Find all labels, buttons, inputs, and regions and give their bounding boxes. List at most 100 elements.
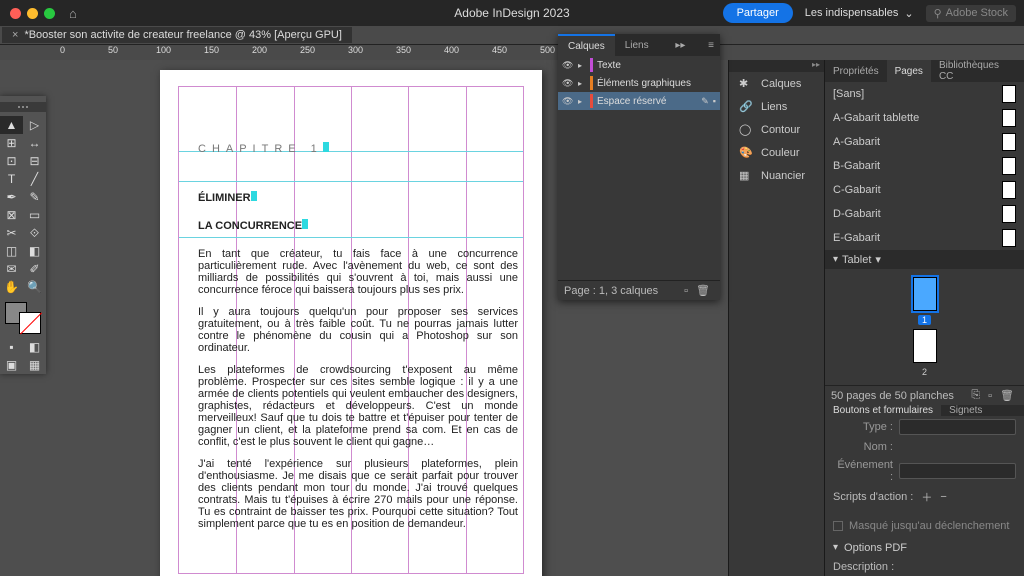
master-page-row[interactable]: [Sans]	[825, 82, 1024, 106]
master-thumbnail	[1002, 133, 1016, 151]
new-layer-icon[interactable]: ▫	[684, 285, 688, 297]
minimize-window-icon[interactable]	[27, 8, 38, 19]
zoom-tool[interactable]: 🔍	[23, 278, 46, 296]
edit-page-icon[interactable]: ⎘	[971, 389, 980, 402]
layer-row[interactable]: 👁▸Éléments graphiques	[558, 74, 720, 92]
close-tab-icon[interactable]: ×	[12, 29, 18, 41]
gap-tool[interactable]: ↔	[23, 134, 46, 152]
layer-row[interactable]: 👁 ▸ Espace réservé ✎ ▪	[558, 92, 720, 110]
collapse-panel-icon[interactable]: ▸▸	[669, 40, 691, 51]
tab-properties[interactable]: Propriétés	[825, 60, 887, 82]
document-tab[interactable]: × *Booster son activite de createur free…	[2, 27, 352, 43]
note-tool[interactable]: ✉	[0, 260, 23, 278]
delete-layer-icon[interactable]: 🗑	[696, 284, 710, 297]
name-label: Nom :	[833, 441, 893, 453]
eyedropper-tool[interactable]: ✐	[23, 260, 46, 278]
master-page-row[interactable]: B-Gabarit	[825, 154, 1024, 178]
layer-row[interactable]: 👁▸Texte	[558, 56, 720, 74]
app-title: Adobe InDesign 2023	[454, 6, 569, 20]
target-icon[interactable]: ▪	[713, 96, 716, 106]
adobe-stock-search[interactable]: ⚲ Adobe Stock	[926, 5, 1016, 22]
master-name: C-Gabarit	[833, 184, 881, 196]
page-size-dropdown[interactable]: ▾ Tablet ▾	[825, 250, 1024, 269]
content-collector-tool[interactable]: ⊡	[0, 152, 23, 170]
chapter-label[interactable]: CHAPITRE 1	[198, 140, 329, 157]
tab-pages[interactable]: Pages	[887, 60, 931, 82]
remove-action-icon[interactable]: −	[940, 491, 946, 503]
heading-text-frame[interactable]: ÉLIMINER LA CONCURRENCE	[198, 182, 308, 238]
expand-icon[interactable]: ▸	[578, 61, 586, 70]
horizontal-ruler[interactable]: 050100150200250300350400450500550	[0, 44, 1024, 60]
hidden-label: Masqué jusqu'au déclenchement	[849, 520, 1009, 532]
page-tool[interactable]: ⊞	[0, 134, 23, 152]
panel-menu-icon[interactable]: ≡	[702, 40, 720, 51]
apply-color-icon[interactable]: ▪	[0, 338, 23, 356]
line-tool[interactable]: ╱	[23, 170, 46, 188]
apply-gradient-icon[interactable]: ◧	[23, 338, 46, 356]
scissors-tool[interactable]: ✂	[0, 224, 23, 242]
expand-icon[interactable]: ▸	[578, 97, 586, 106]
free-transform-tool[interactable]: ⟐	[23, 224, 46, 242]
tab-bookmarks[interactable]: Signets	[941, 405, 990, 416]
type-select[interactable]	[899, 419, 1016, 435]
pdf-options-section[interactable]: ▾ Options PDF	[825, 538, 1024, 558]
tab-buttons-forms[interactable]: Boutons et formulaires	[825, 405, 941, 416]
event-select[interactable]	[899, 463, 1016, 479]
gradient-swatch-tool[interactable]: ◫	[0, 242, 23, 260]
edit-layer-icon[interactable]: ✎	[701, 96, 709, 107]
hand-tool[interactable]: ✋	[0, 278, 23, 296]
layer-name: Espace réservé	[597, 96, 697, 107]
dock-label: Couleur	[761, 147, 800, 159]
tools-panel: ▲▷ ⊞↔ ⊡⊟ T╱ ✒✎ ⊠▭ ✂⟐ ◫◧ ✉✐ ✋🔍 ▪◧ ▣▦	[0, 96, 46, 374]
workspace-dropdown[interactable]: Les indispensables ⌄	[805, 7, 914, 20]
page-spread[interactable]: CHAPITRE 1 ÉLIMINER LA CONCURRENCE En ta…	[160, 70, 542, 576]
body-text-frame[interactable]: En tant que créateur, tu fais face à une…	[198, 248, 518, 540]
dock-item-contour[interactable]: ◯Contour	[729, 118, 824, 141]
master-page-row[interactable]: A-Gabarit	[825, 130, 1024, 154]
type-label: Type :	[833, 421, 893, 433]
tab-cc-libraries[interactable]: Bibliothèques CC	[931, 60, 1024, 82]
master-page-row[interactable]: D-Gabarit	[825, 202, 1024, 226]
view-mode-preview[interactable]: ▦	[23, 356, 46, 374]
master-page-row[interactable]: A-Gabarit tablette	[825, 106, 1024, 130]
rectangle-tool[interactable]: ▭	[23, 206, 46, 224]
gradient-feather-tool[interactable]: ◧	[23, 242, 46, 260]
visibility-icon[interactable]: 👁	[562, 78, 574, 89]
dock-item-nuancier[interactable]: ▦Nuancier	[729, 164, 824, 187]
expand-icon[interactable]: ▸	[578, 79, 586, 88]
page-thumbnail-2[interactable]	[913, 329, 937, 363]
master-page-row[interactable]: E-Gabarit	[825, 226, 1024, 250]
rectangle-frame-tool[interactable]: ⊠	[0, 206, 23, 224]
dock-item-liens[interactable]: 🔗Liens	[729, 95, 824, 118]
pencil-tool[interactable]: ✎	[23, 188, 46, 206]
add-action-icon[interactable]: ＋	[921, 489, 932, 505]
hidden-checkbox[interactable]	[833, 521, 843, 531]
fill-stroke-swatch[interactable]	[5, 302, 41, 334]
links-tab[interactable]: Liens	[615, 34, 659, 56]
delete-page-icon[interactable]: 🗑	[1000, 389, 1014, 402]
dock-item-couleur[interactable]: 🎨Couleur	[729, 141, 824, 164]
close-window-icon[interactable]	[10, 8, 21, 19]
dock-label: Contour	[761, 124, 800, 136]
selection-tool[interactable]: ▲	[0, 116, 23, 134]
maximize-window-icon[interactable]	[44, 8, 55, 19]
layers-footer-label: Page : 1, 3 calques	[564, 285, 658, 297]
pages-grid: 1 2	[825, 269, 1024, 385]
dock-item-calques[interactable]: ✱Calques	[729, 72, 824, 95]
collapse-dock-icon[interactable]: ▸▸	[812, 60, 820, 72]
page-thumbnail-1[interactable]	[913, 277, 937, 311]
share-button[interactable]: Partager	[723, 3, 793, 23]
type-tool[interactable]: T	[0, 170, 23, 188]
direct-selection-tool[interactable]: ▷	[23, 116, 46, 134]
new-page-icon[interactable]: ▫	[988, 390, 992, 402]
visibility-icon[interactable]: 👁	[562, 96, 574, 107]
content-placer-tool[interactable]: ⊟	[23, 152, 46, 170]
pen-tool[interactable]: ✒	[0, 188, 23, 206]
home-icon[interactable]: ⌂	[69, 6, 77, 21]
layers-tab[interactable]: Calques	[558, 34, 615, 56]
visibility-icon[interactable]: 👁	[562, 60, 574, 71]
master-page-row[interactable]: C-Gabarit	[825, 178, 1024, 202]
view-mode-normal[interactable]: ▣	[0, 356, 23, 374]
ruler-tick: 300	[348, 45, 363, 55]
master-thumbnail	[1002, 85, 1016, 103]
